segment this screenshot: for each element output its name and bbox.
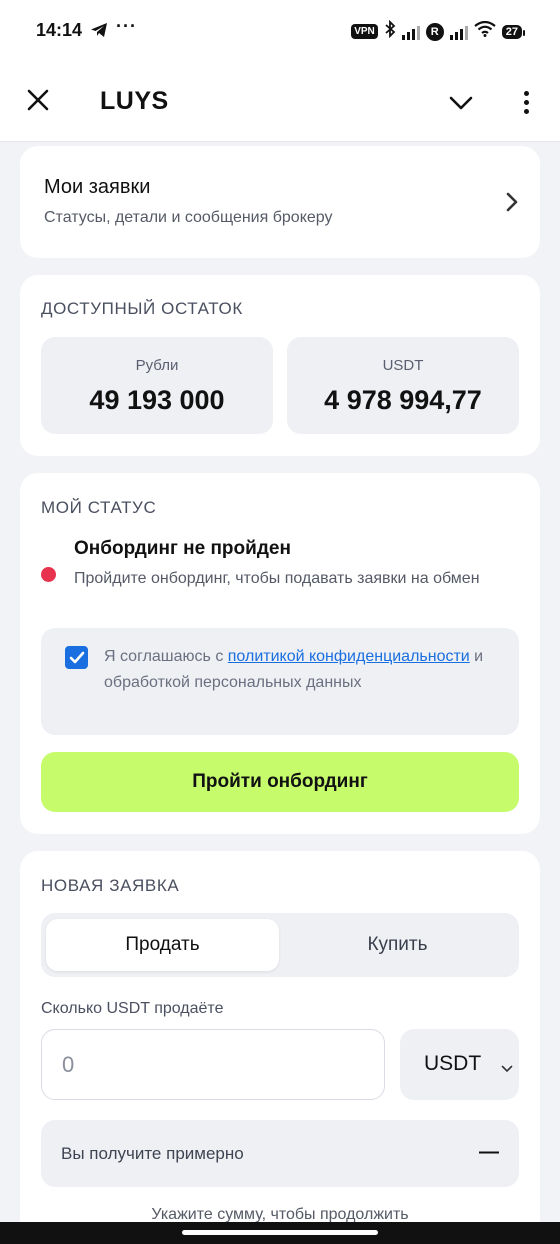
collapse-button[interactable] <box>444 88 478 118</box>
system-navigation-bar <box>0 1222 560 1244</box>
my-requests-subtitle: Статусы, детали и сообщения брокеру <box>44 209 333 226</box>
signal-icon <box>401 24 420 40</box>
currency-select[interactable]: USDT <box>400 1029 519 1100</box>
bluetooth-icon <box>384 19 396 43</box>
clock: 14:14 <box>36 20 83 40</box>
status-icons: VPN R 27 <box>351 19 526 43</box>
new-request-card: НОВАЯ ЗАЯВКА Продать Купить Сколько USDT… <box>20 851 540 1244</box>
signal-icon-2 <box>449 24 468 40</box>
operation-segmented-control: Продать Купить <box>41 913 519 977</box>
receive-label: Вы получите примерно <box>61 1144 244 1163</box>
consent-checkbox[interactable] <box>65 646 88 669</box>
tab-sell[interactable]: Продать <box>46 919 279 971</box>
amount-input[interactable] <box>41 1029 385 1100</box>
system-status-bar: 14:14 ··· VPN R 27 <box>0 0 560 62</box>
wifi-icon <box>474 20 496 42</box>
amount-label: Сколько USDT продаёте <box>41 1000 224 1017</box>
my-requests-card[interactable]: Мои заявки Статусы, детали и сообщения б… <box>20 146 540 258</box>
battery-icon: 27 <box>501 24 526 39</box>
chevron-down-icon <box>501 1060 513 1078</box>
status-indicator-dot <box>41 567 56 582</box>
more-menu-button[interactable] <box>514 84 538 120</box>
usdt-value: 4 978 994,77 <box>324 385 482 415</box>
home-gesture-handle[interactable] <box>182 1230 378 1235</box>
close-button[interactable] <box>22 84 54 116</box>
consent-box: Я соглашаюсь с политикой конфиденциально… <box>41 628 519 735</box>
receive-value: — <box>479 1141 499 1163</box>
my-status-card: МОЙ СТАТУС Онбординг не пройден Пройдите… <box>20 473 540 834</box>
start-onboarding-button[interactable]: Пройти онбординг <box>41 752 519 812</box>
currency-value: USDT <box>424 1052 482 1075</box>
consent-text: Я соглашаюсь с политикой конфиденциально… <box>104 644 504 696</box>
status-section-label: МОЙ СТАТУС <box>41 498 157 517</box>
checkmark-icon <box>69 651 84 663</box>
receive-estimate-box: Вы получите примерно — <box>41 1120 519 1187</box>
status-description: Пройдите онбординг, чтобы подавать заявк… <box>74 570 480 587</box>
more-notifications-icon: ··· <box>116 16 137 36</box>
rub-value: 49 193 000 <box>89 385 225 415</box>
balance-section-label: ДОСТУПНЫЙ ОСТАТОК <box>41 299 243 318</box>
r-app-icon: R <box>425 22 444 41</box>
vpn-icon: VPN <box>351 24 378 39</box>
balance-card: ДОСТУПНЫЙ ОСТАТОК Рубли 49 193 000 USDT … <box>20 275 540 456</box>
chevron-down-icon <box>449 96 473 110</box>
new-request-section-label: НОВАЯ ЗАЯВКА <box>41 876 180 895</box>
consent-prefix: Я соглашаюсь с <box>104 648 228 665</box>
chevron-right-icon <box>506 192 518 217</box>
my-requests-title: Мои заявки <box>44 176 151 198</box>
close-icon <box>27 89 49 111</box>
rub-balance-tile: Рубли 49 193 000 <box>41 337 273 434</box>
app-title: LUYS <box>100 87 169 115</box>
privacy-policy-link[interactable]: политикой конфиденциальности <box>228 648 470 665</box>
app-header: LUYS <box>0 62 560 142</box>
tab-buy[interactable]: Купить <box>281 919 514 971</box>
status-title: Онбординг не пройден <box>74 538 291 559</box>
usdt-balance-tile: USDT 4 978 994,77 <box>287 337 519 434</box>
rub-label: Рубли <box>135 357 179 374</box>
telegram-icon <box>90 22 108 43</box>
usdt-label: USDT <box>382 357 424 374</box>
